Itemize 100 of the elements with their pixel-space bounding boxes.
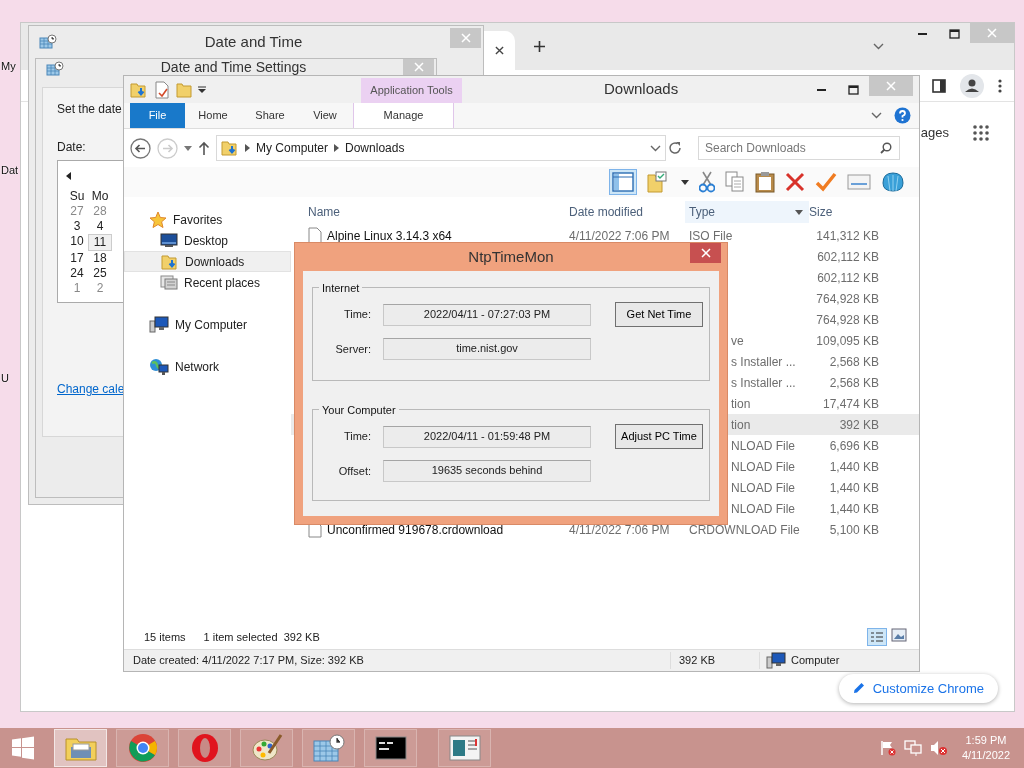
calendar-day[interactable]: 24 bbox=[66, 266, 88, 281]
checkmark-icon[interactable] bbox=[815, 172, 837, 192]
nav-item[interactable]: My Computer bbox=[124, 314, 291, 335]
close-icon[interactable] bbox=[495, 46, 504, 55]
breadcrumb-item[interactable]: Downloads bbox=[345, 139, 405, 157]
delete-icon[interactable] bbox=[785, 172, 805, 192]
profile-icon[interactable] bbox=[960, 73, 984, 98]
type-cell-text: s Installer ... bbox=[730, 374, 797, 392]
desktop-icon-label[interactable]: Dat bbox=[1, 162, 19, 179]
column-header[interactable]: Name bbox=[308, 203, 569, 221]
location-text: Computer bbox=[791, 653, 840, 669]
ribbon-tab[interactable]: View bbox=[299, 103, 351, 128]
help-icon[interactable] bbox=[894, 107, 911, 124]
close-button[interactable] bbox=[690, 243, 721, 263]
shell-icon[interactable] bbox=[881, 171, 905, 193]
customize-chrome-button[interactable]: Customize Chrome bbox=[838, 673, 998, 703]
size-cell-text: 602,112 KB bbox=[816, 269, 879, 287]
cut-icon[interactable] bbox=[699, 171, 715, 193]
calendar-day[interactable]: 3 bbox=[66, 219, 88, 234]
type-cell-text: ISO File bbox=[689, 227, 734, 245]
calendar-day[interactable]: 17 bbox=[66, 251, 88, 266]
calendar-day[interactable]: 27 bbox=[66, 204, 88, 219]
column-header[interactable]: Size bbox=[809, 203, 879, 221]
nav-item[interactable]: Network bbox=[124, 356, 291, 377]
taskbar-button[interactable] bbox=[364, 729, 417, 767]
calendar-day[interactable]: 1 bbox=[66, 281, 88, 296]
tab-search-icon[interactable] bbox=[873, 43, 884, 50]
pencil-icon bbox=[852, 682, 865, 695]
rename-icon[interactable] bbox=[847, 173, 871, 191]
paste-icon[interactable] bbox=[755, 171, 775, 193]
size-cell-text: 1,440 KB bbox=[828, 479, 879, 497]
recent-locations-icon[interactable] bbox=[184, 145, 192, 151]
nav-item[interactable]: Downloads bbox=[124, 251, 291, 272]
calendar-day[interactable]: 10 bbox=[66, 234, 88, 251]
type-cell-text: NLOAD File bbox=[730, 500, 796, 518]
customize-toolbar-icon[interactable] bbox=[198, 85, 206, 94]
details-view-icon[interactable] bbox=[867, 628, 887, 646]
dropdown-icon[interactable] bbox=[681, 179, 689, 185]
type-cell-text: tion bbox=[730, 395, 752, 413]
calendar-day[interactable]: 18 bbox=[88, 251, 112, 266]
filter-dropdown-icon[interactable] bbox=[795, 209, 803, 215]
calendar-day[interactable]: 28 bbox=[88, 204, 112, 219]
change-calendar-link[interactable]: Change cale bbox=[57, 380, 125, 398]
opera-icon bbox=[189, 733, 220, 763]
up-icon[interactable] bbox=[198, 141, 210, 155]
properties-icon[interactable] bbox=[154, 80, 170, 99]
history-dropdown-icon[interactable] bbox=[650, 144, 661, 152]
weekday-label: Mo bbox=[90, 189, 110, 204]
calendar-day[interactable]: 2 bbox=[88, 281, 112, 296]
new-tab-icon[interactable] bbox=[533, 40, 546, 53]
file-name[interactable]: Alpine Linux 3.14.3 x64 bbox=[327, 226, 452, 245]
link-text[interactable]: ages bbox=[920, 123, 949, 143]
close-icon bbox=[700, 248, 711, 258]
previous-month-icon[interactable] bbox=[66, 172, 71, 180]
size-cell-text: 141,312 KB bbox=[815, 227, 879, 245]
chevron-icon[interactable] bbox=[245, 144, 250, 152]
side-panel-icon[interactable] bbox=[932, 78, 946, 93]
readonly-field: 2022/04/11 - 01:59:48 PM bbox=[383, 425, 591, 448]
instruction-text: Set the date bbox=[57, 101, 122, 118]
menu-icon[interactable] bbox=[998, 78, 1002, 93]
star-icon bbox=[149, 210, 167, 229]
ribbon-tab[interactable]: File bbox=[130, 103, 185, 128]
type-cell-text: CRDOWNLOAD File bbox=[689, 521, 801, 539]
close-icon bbox=[460, 33, 471, 43]
address-bar[interactable]: My Computer Downloads bbox=[216, 135, 666, 161]
nav-item[interactable]: Recent places bbox=[124, 272, 291, 293]
preview-pane-button[interactable] bbox=[609, 169, 637, 195]
apps-grid-icon[interactable] bbox=[973, 124, 989, 141]
calendar-day[interactable]: 4 bbox=[88, 219, 112, 234]
file-name[interactable]: Unconfirmed 919678.crdownload bbox=[327, 520, 504, 539]
copy-icon[interactable] bbox=[725, 171, 745, 193]
size-cell-text: 2,568 KB bbox=[828, 353, 879, 371]
back-icon[interactable] bbox=[130, 137, 151, 159]
network-icon[interactable] bbox=[903, 740, 922, 756]
volume-muted-icon[interactable] bbox=[929, 740, 948, 756]
column-header[interactable]: Type bbox=[685, 201, 809, 223]
action-center-icon[interactable] bbox=[879, 740, 896, 756]
folder-download-icon[interactable] bbox=[130, 80, 148, 99]
context-tab-header: Application Tools bbox=[361, 78, 462, 103]
minimize-icon bbox=[816, 88, 826, 91]
large-icons-view-icon[interactable] bbox=[891, 628, 907, 642]
collapse-ribbon-icon[interactable] bbox=[871, 112, 882, 119]
ribbon-tab[interactable]: Manage bbox=[353, 103, 454, 128]
nav-item[interactable]: Desktop bbox=[124, 230, 291, 251]
breadcrumb-item[interactable]: My Computer bbox=[256, 139, 329, 157]
desktop-icon-label[interactable]: My bbox=[1, 58, 16, 75]
desktop-icon-label[interactable]: U bbox=[1, 370, 9, 387]
network-icon bbox=[149, 357, 169, 376]
action-button[interactable]: Get Net Time bbox=[615, 302, 703, 327]
refresh-icon[interactable] bbox=[668, 141, 682, 155]
chevron-icon[interactable] bbox=[334, 144, 340, 152]
size-cell-text: 764,928 KB bbox=[815, 311, 879, 329]
action-button[interactable]: Adjust PC Time bbox=[615, 424, 703, 449]
ribbon-tab[interactable]: Share bbox=[241, 103, 299, 128]
item-count: 15 items bbox=[144, 629, 186, 645]
ribbon-tab[interactable]: Home bbox=[185, 103, 241, 128]
nav-item[interactable]: Favorites bbox=[124, 209, 291, 230]
calendar-day[interactable]: 11 bbox=[88, 234, 112, 251]
search-field[interactable]: Search Downloads bbox=[698, 136, 900, 160]
calendar-day[interactable]: 25 bbox=[88, 266, 112, 281]
